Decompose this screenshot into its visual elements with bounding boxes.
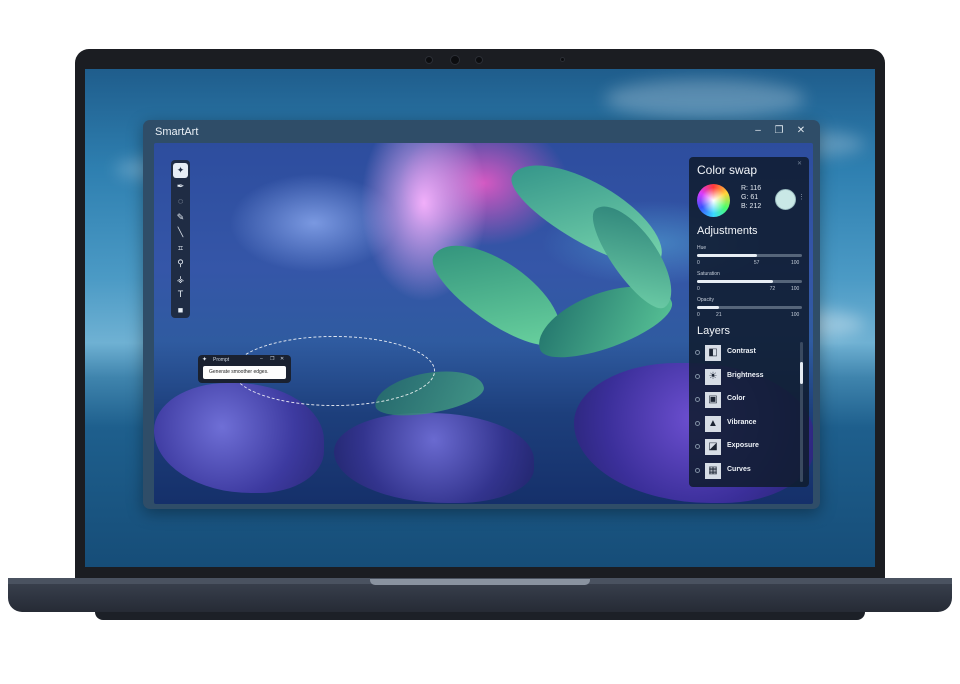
layer-visibility-radio[interactable] [695,467,700,473]
scrollbar-thumb[interactable] [800,362,803,384]
contrast-icon: ◧ [705,345,721,361]
slider-value-label: 72 [769,286,776,292]
green-value: G: 61 [741,194,759,201]
shape-icon[interactable]: ■ [171,303,190,318]
layer-label: Exposure [727,442,759,449]
panel-close-icon[interactable]: ✕ [797,160,802,167]
lasso-icon[interactable]: ◌ [171,194,190,209]
prompt-popup: ✦ Prompt – ❐ ✕ Generate smoother edges. [198,355,291,383]
slider-min-label: 0 [697,260,700,266]
line-icon[interactable]: ╲ [171,225,190,240]
layer-label: Curves [727,465,751,473]
slider-label: Hue [697,245,707,251]
lid-notch [370,579,590,585]
maximize-button[interactable]: ❐ [772,124,786,138]
curves-icon: ▦ [705,462,721,479]
zoom-icon[interactable]: ⚲ [171,256,190,271]
slider-label: Opacity [697,297,714,303]
slider-max-label: 100 [791,260,800,266]
layer-visibility-radio[interactable] [695,444,700,449]
prompt-input[interactable]: Generate smoother edges. [203,366,286,379]
slider-label: Saturation [697,271,720,277]
crop-icon[interactable]: ⌗ [171,241,190,256]
minimize-button[interactable]: – [751,124,765,138]
slider-max-label: 100 [791,286,800,292]
layer-item[interactable]: ▲ Vibrance [695,414,800,434]
eyedropper-icon[interactable]: ⚶ [171,272,190,287]
layer-label: Contrast [727,348,756,355]
slider-value-label: 21 [716,312,722,318]
layer-item[interactable]: ▣ Color [695,390,800,410]
layer-visibility-radio[interactable] [695,373,700,379]
slider-track[interactable] [697,254,802,257]
blue-value: B: 212 [741,203,762,210]
slider-min-label: 0 [697,286,700,292]
pen-icon[interactable]: ✒ [171,179,190,194]
exposure-icon: ◪ [705,439,721,455]
ai-sparkle-icon: ✦ [202,357,208,363]
slider-track[interactable] [697,306,802,309]
properties-panel: ✕ Color swap R: 116 G: 61 B: 212 ⋮ Adjus… [689,157,809,487]
more-options-icon[interactable]: ⋮ [798,193,805,201]
prompt-maximize-button[interactable]: ❐ [270,356,274,362]
brush-icon[interactable]: ✎ [171,210,190,225]
close-button[interactable]: ✕ [794,124,808,138]
webcam-icon [450,55,460,65]
prompt-minimize-button[interactable]: – [260,356,263,362]
slider-value-label: 57 [753,260,760,266]
laptop-foot [95,612,865,620]
brightness-icon: ☀ [705,368,721,385]
window-title: SmartArt [155,126,199,138]
adjustments-heading: Adjustments [697,225,758,237]
layer-item[interactable]: ◪ Exposure [695,437,800,457]
layers-scrollbar[interactable] [800,342,803,482]
prompt-close-button[interactable]: ✕ [280,356,284,362]
red-value: R: 116 [741,185,762,192]
layer-item[interactable]: ◧ Contrast [695,343,800,363]
sensor-icon [475,56,483,64]
slider-track[interactable] [697,280,802,283]
layer-visibility-radio[interactable] [695,420,700,426]
prompt-title: Prompt [213,357,230,363]
swap-color-swatch[interactable] [775,189,796,210]
sensor-icon [425,56,433,64]
layer-item[interactable]: ☀ Brightness [695,367,800,387]
layer-visibility-radio[interactable] [695,350,700,355]
slider-fill [697,306,720,309]
color-wheel[interactable] [697,184,730,217]
color-icon: ▣ [705,392,721,408]
slider-fill [697,254,757,257]
layer-item[interactable]: ▦ Curves [695,461,800,481]
text-icon[interactable]: T [171,287,190,302]
layer-label: Brightness [727,371,764,379]
tool-palette: ✦ ✒ ◌ ✎ ╲ ⌗ ⚲ ⚶ T ■ [171,160,190,318]
vibrance-icon: ▲ [705,415,721,432]
sensor-icon [560,57,565,62]
layers-heading: Layers [697,325,731,337]
ai-sparkle-icon[interactable]: ✦ [173,163,188,178]
slider-min-label: 0 [697,312,700,318]
layer-label: Color [727,395,746,402]
color-swap-heading: Color swap [697,163,758,177]
slider-max-label: 100 [791,312,800,318]
layer-label: Vibrance [727,418,757,426]
slider-fill [697,280,773,283]
layer-visibility-radio[interactable] [695,397,700,402]
